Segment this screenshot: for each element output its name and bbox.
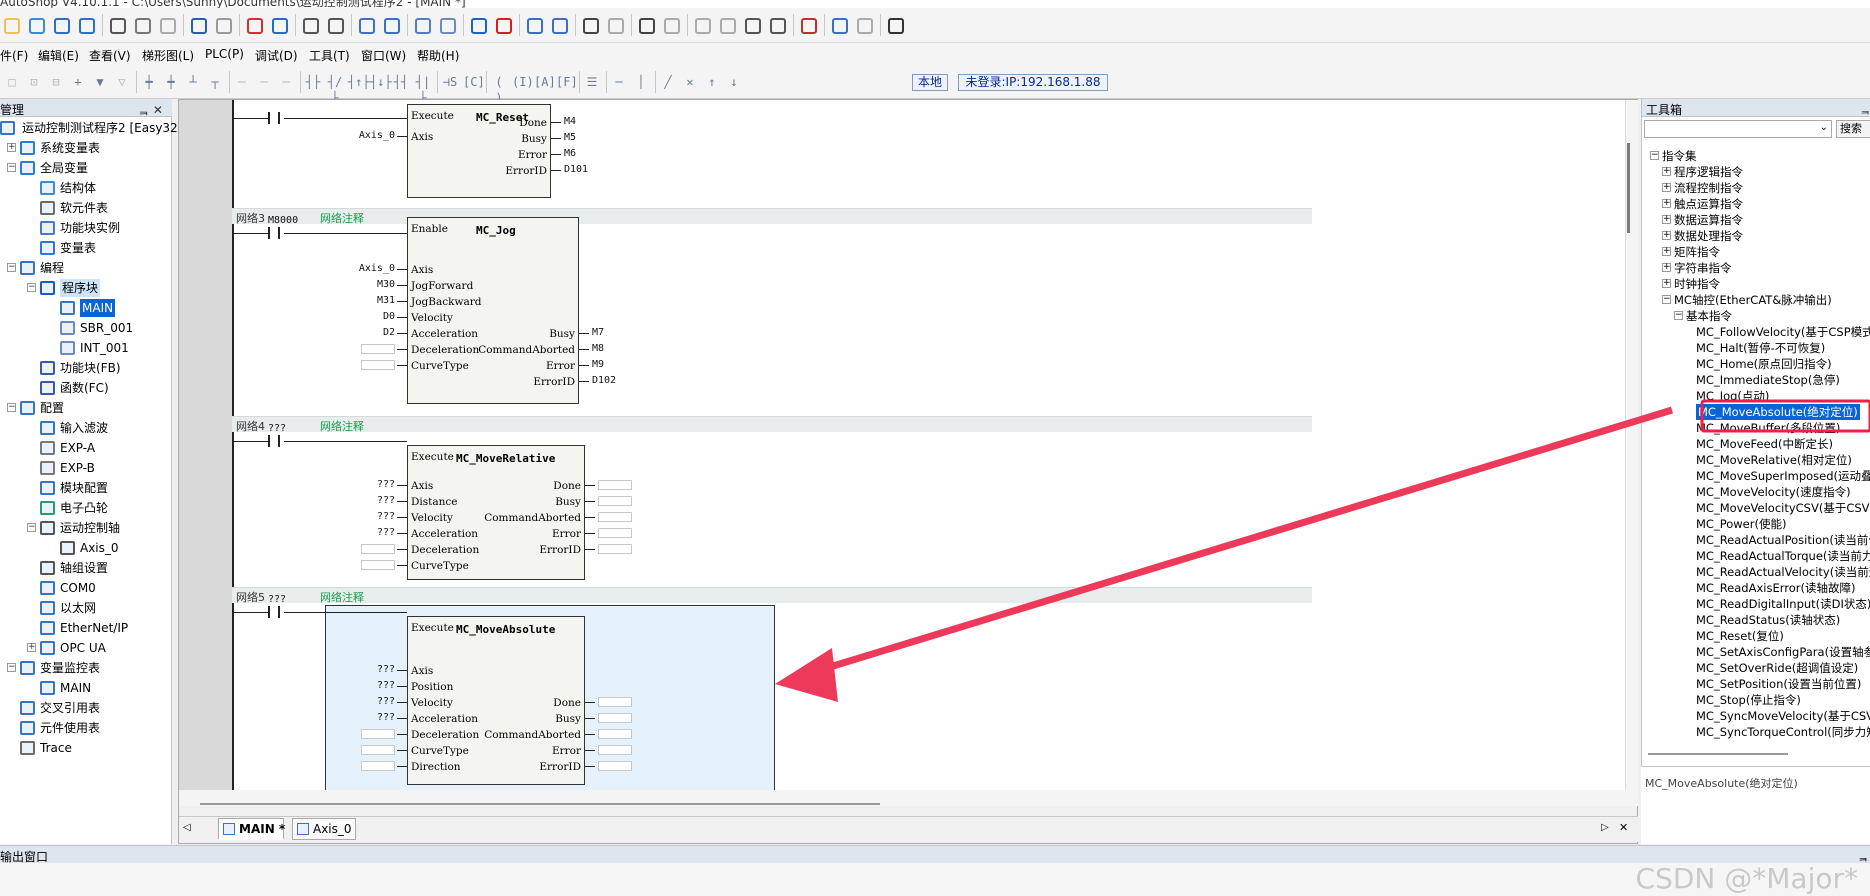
highlight-box xyxy=(1700,399,1870,433)
annotation-overlay xyxy=(775,399,1870,702)
annotation-arrow-shaft xyxy=(818,406,1674,674)
annotation-arrow-head xyxy=(775,648,838,702)
